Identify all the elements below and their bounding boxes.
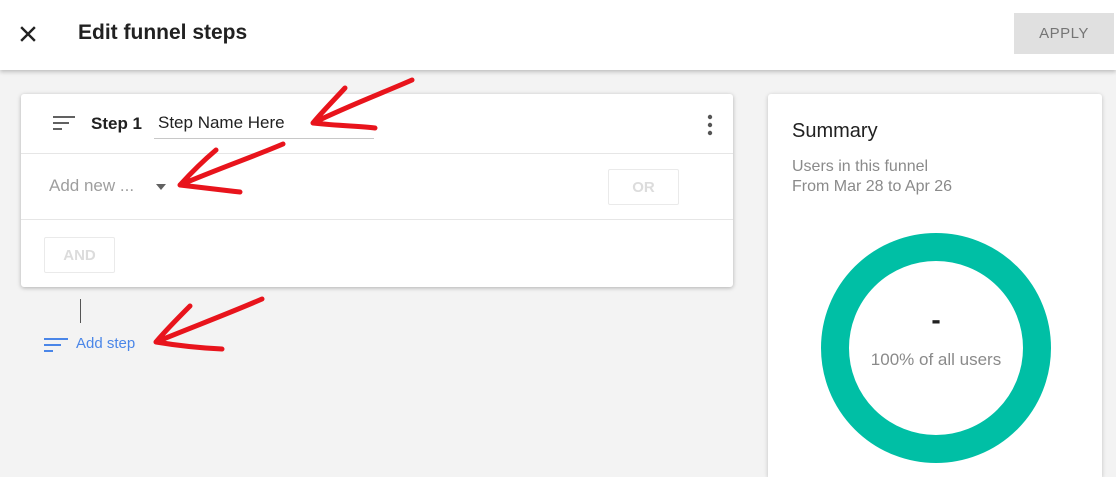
step-name-input[interactable]: Step Name Here (154, 113, 374, 139)
summary-subtitle-line1: Users in this funnel (792, 158, 929, 175)
users-donut-chart (821, 233, 1051, 463)
donut-ring (821, 233, 1051, 463)
close-button[interactable] (14, 20, 42, 48)
add-step-label: Add step (76, 335, 136, 352)
and-button[interactable]: AND (44, 237, 115, 273)
condition-dropdown[interactable]: Add new ... (49, 176, 134, 196)
summary-subtitle: Users in this funnel From Mar 28 to Apr … (792, 157, 952, 197)
donut-value: - (931, 304, 941, 335)
condition-row: Add new ... OR (21, 154, 733, 220)
summary-panel: Summary Users in this funnel From Mar 28… (768, 94, 1102, 477)
apply-button[interactable]: APPLY (1014, 13, 1114, 54)
donut-caption: 100% of all users (870, 350, 1002, 369)
drag-handle-icon[interactable] (53, 115, 75, 131)
close-icon (20, 26, 36, 42)
annotation-arrow-add-step (153, 296, 265, 352)
summary-date-range: From Mar 28 to Apr 26 (792, 178, 953, 195)
more-vert-icon[interactable] (705, 114, 715, 136)
top-bar: Edit funnel steps APPLY (0, 0, 1116, 70)
summary-title: Summary (792, 120, 878, 142)
page-title: Edit funnel steps (78, 21, 248, 44)
step-connector-line (80, 299, 81, 323)
step-number-label: Step 1 (91, 114, 143, 133)
add-step-icon (44, 338, 68, 352)
or-button[interactable]: OR (608, 169, 679, 205)
funnel-step-card: Step 1 Step Name Here Add new ... OR AND (21, 94, 733, 287)
dropdown-arrow-icon[interactable] (156, 184, 166, 190)
step-header-row: Step 1 Step Name Here (21, 94, 733, 154)
